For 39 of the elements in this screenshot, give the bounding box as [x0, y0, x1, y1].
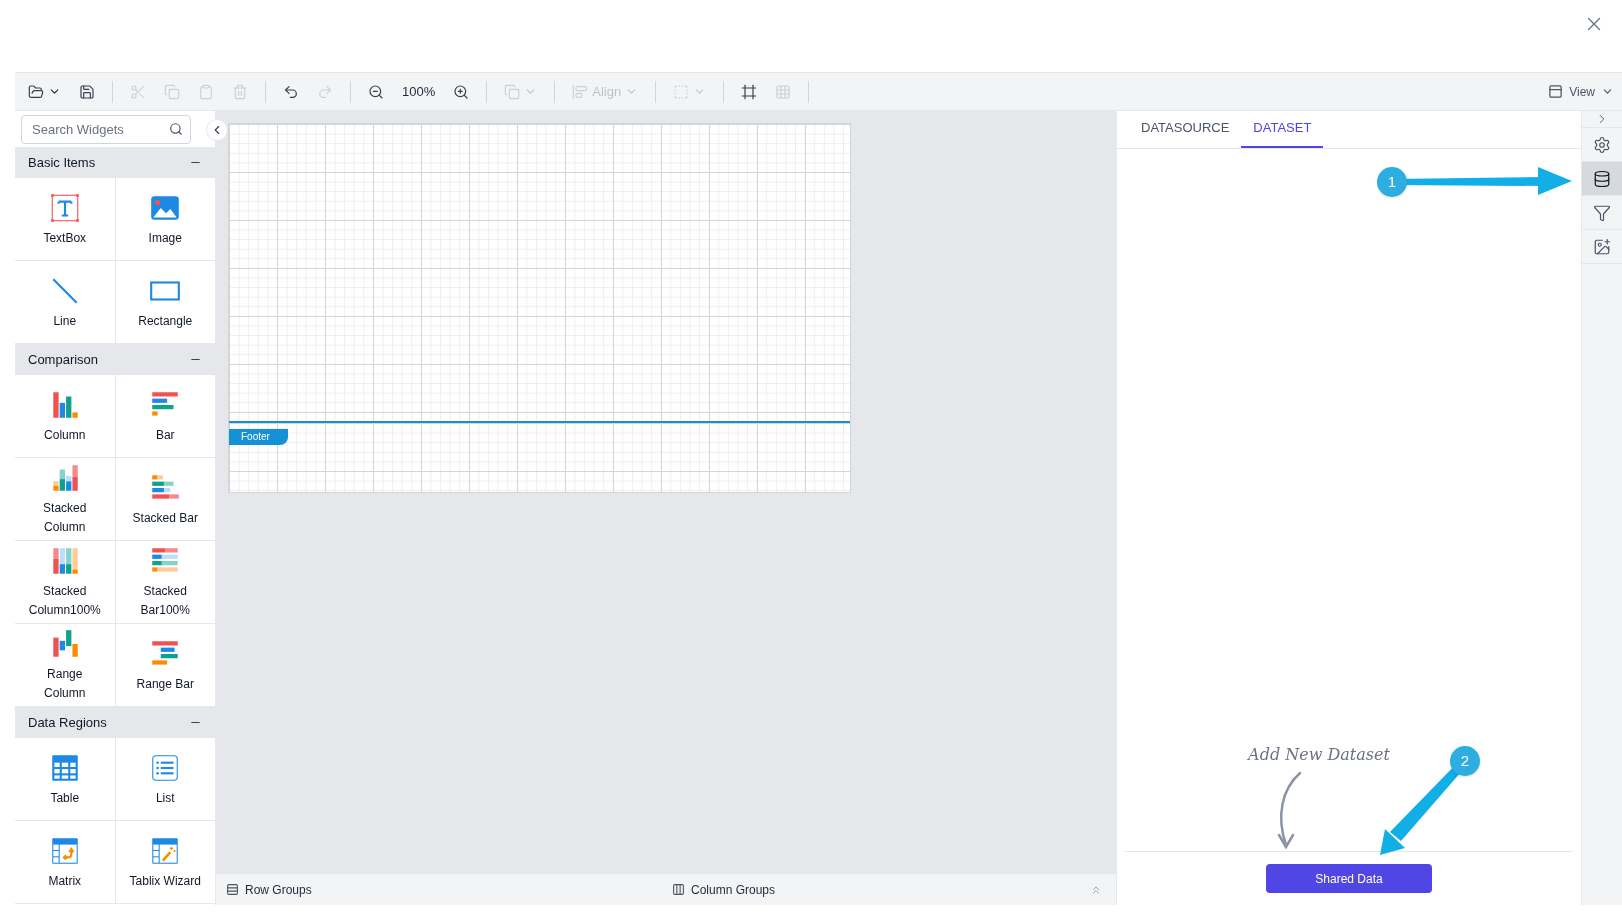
- section-header[interactable]: Data Regions: [15, 707, 215, 738]
- widget-tile[interactable]: Range Column: [15, 624, 115, 706]
- layout-icon: [1548, 84, 1564, 99]
- widget-tile[interactable]: Range Bar: [115, 624, 215, 706]
- settings-icon: [1593, 135, 1611, 154]
- image-settings-icon: [1593, 237, 1611, 256]
- widget-tile[interactable]: Table: [15, 738, 115, 820]
- section-header[interactable]: Comparison: [15, 344, 215, 375]
- widget-tile[interactable]: TextBox: [15, 178, 115, 260]
- columns-icon: [672, 883, 685, 896]
- row-groups-button[interactable]: Row Groups: [226, 880, 672, 899]
- panel-toggle-button[interactable]: [206, 119, 228, 141]
- panel-tab[interactable]: DATASOURCE: [1129, 110, 1242, 148]
- zoom-level[interactable]: 100%: [393, 77, 445, 106]
- search-field[interactable]: Search Widgets: [21, 114, 191, 144]
- footer-label: Footer: [229, 429, 288, 445]
- data-tab[interactable]: [1582, 162, 1622, 196]
- section-header[interactable]: Basic Items: [15, 147, 215, 178]
- filter-icon: [1593, 203, 1611, 222]
- rows-icon: [226, 883, 239, 896]
- search-icon: [169, 121, 183, 136]
- widget-tile[interactable]: Image: [115, 178, 215, 260]
- widget-tile[interactable]: Tablix Wizard: [115, 821, 215, 903]
- widget-tile[interactable]: List: [115, 738, 215, 820]
- view-button[interactable]: View: [1548, 82, 1614, 101]
- widget-tile[interactable]: Bar: [115, 375, 215, 457]
- widget-tile[interactable]: Column: [15, 375, 115, 457]
- widget-tile[interactable]: Stacked Column100%: [15, 541, 115, 623]
- widget-tile[interactable]: Stacked Column: [15, 458, 115, 540]
- widget-tile[interactable]: Stacked Bar100%: [115, 541, 215, 623]
- hint-text: Add New Dataset: [1248, 744, 1390, 766]
- database-icon: [1593, 169, 1611, 188]
- widget-tile[interactable]: Rectangle: [115, 261, 215, 343]
- widget-tile[interactable]: Stacked Bar: [115, 458, 215, 540]
- shared-data-button[interactable]: Shared Data: [1266, 864, 1432, 893]
- widget-tile[interactable]: Matrix: [15, 821, 115, 903]
- widget-tile[interactable]: Line: [15, 261, 115, 343]
- panel-tab[interactable]: DATASET: [1241, 110, 1324, 148]
- column-groups-button[interactable]: Column Groups: [672, 880, 776, 899]
